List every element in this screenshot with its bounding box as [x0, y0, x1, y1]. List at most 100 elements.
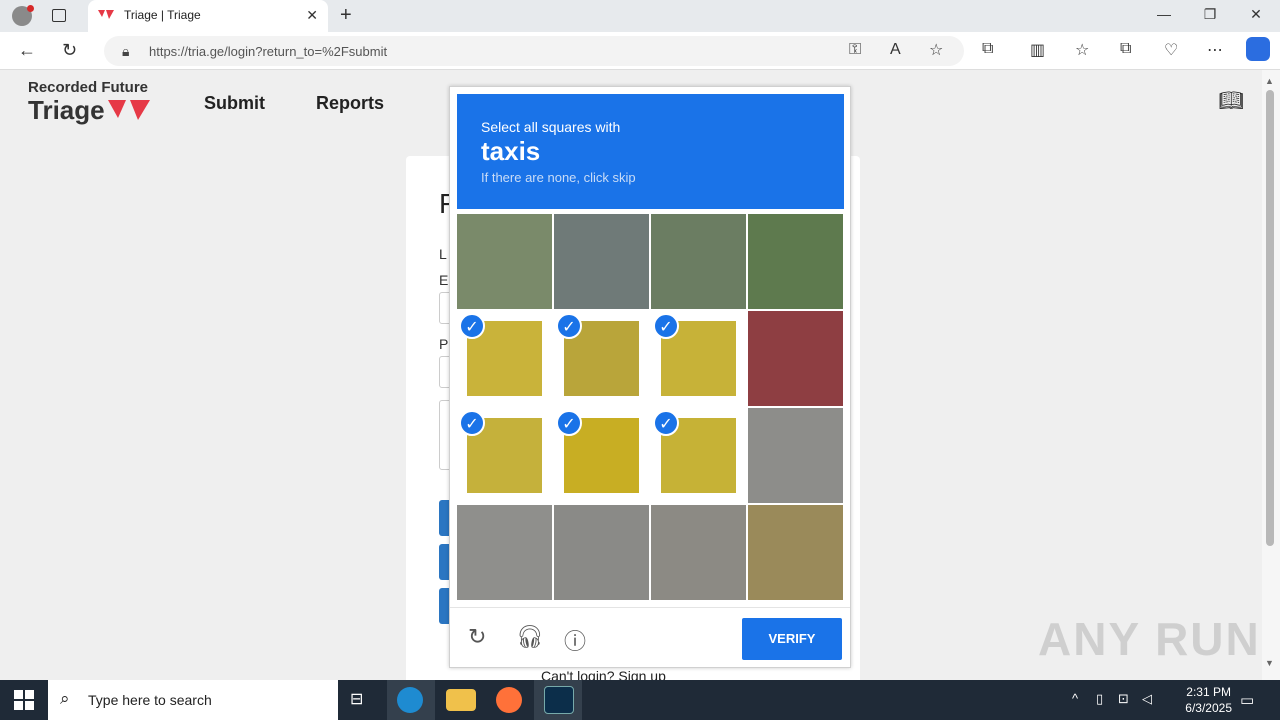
captcha-instruction: Select all squares with — [481, 119, 621, 135]
captcha-image-grid: ✓ ✓ ✓ ✓ ✓ ✓ — [457, 214, 844, 601]
captcha-tile[interactable]: ✓ — [651, 408, 746, 503]
captcha-tile-image — [457, 505, 552, 600]
favorite-star-icon[interactable]: ☆ — [929, 40, 943, 60]
favorites-icon[interactable]: ☆ — [1075, 40, 1089, 60]
tab-actions-icon[interactable] — [52, 9, 66, 22]
clock-time: 2:31 PM — [1186, 685, 1231, 699]
login-label: L — [439, 246, 447, 262]
split-screen-icon[interactable]: ▥ — [1030, 40, 1045, 60]
captcha-prompt: Select all squares with taxis If there a… — [457, 94, 844, 209]
copilot-icon[interactable] — [1246, 37, 1270, 61]
captcha-tile[interactable] — [748, 408, 843, 503]
captcha-tile[interactable] — [457, 505, 552, 600]
checkmark-icon: ✓ — [653, 410, 679, 436]
address-toolbar: ← ↻ 🔒︎ https://tria.ge/login?return_to=%… — [0, 32, 1280, 70]
logo-triage[interactable]: Triage — [28, 95, 105, 126]
captcha-tile-image — [748, 408, 843, 503]
triage-favicon-icon — [98, 10, 114, 19]
tab-strip: Triage | Triage ✕ + — ❐ ✕ — [0, 0, 1280, 32]
scroll-thumb[interactable] — [1266, 90, 1274, 546]
file-explorer-icon[interactable] — [446, 689, 476, 711]
search-input[interactable]: Type here to search — [88, 692, 212, 708]
restore-button[interactable]: ❐ — [1187, 6, 1233, 23]
checkmark-icon: ✓ — [459, 313, 485, 339]
url-text[interactable]: https://tria.ge/login?return_to=%2Fsubmi… — [149, 44, 387, 59]
captcha-tile-image — [651, 505, 746, 600]
captcha-tile[interactable] — [457, 214, 552, 309]
key-icon[interactable]: ⚿ — [849, 41, 861, 59]
captcha-tile-image — [554, 214, 649, 309]
tab-close-icon[interactable]: ✕ — [306, 7, 318, 24]
tab-title: Triage | Triage — [124, 8, 201, 22]
nav-submit[interactable]: Submit — [204, 93, 265, 114]
captcha-tile[interactable]: ✓ — [651, 311, 746, 406]
collections-icon[interactable]: ⧉ — [1120, 40, 1131, 58]
email-label: E — [439, 272, 449, 288]
read-aloud-icon[interactable]: A — [890, 41, 901, 59]
audio-challenge-icon[interactable]: 🎧︎ — [516, 624, 544, 650]
lock-icon[interactable]: 🔒︎ — [122, 43, 129, 60]
refresh-challenge-icon[interactable]: ↻ — [468, 624, 486, 650]
checkmark-icon: ✓ — [459, 410, 485, 436]
captcha-tile[interactable]: ✓ — [457, 408, 552, 503]
captcha-tile-image — [748, 214, 843, 309]
taskbar-clock[interactable]: 2:31 PM 6/3/2025 — [1185, 684, 1232, 716]
new-tab-button[interactable]: + — [340, 4, 352, 27]
captcha-tile[interactable]: ✓ — [457, 311, 552, 406]
edge-icon — [397, 687, 423, 713]
tray-chevron-icon[interactable]: ^ — [1072, 691, 1078, 706]
captcha-tile[interactable] — [748, 311, 843, 406]
verify-button[interactable]: VERIFY — [742, 618, 842, 660]
page-scrollbar[interactable]: ▲ ▼ — [1262, 70, 1280, 680]
minimize-button[interactable]: — — [1141, 6, 1187, 22]
captcha-tile[interactable]: ✓ — [554, 311, 649, 406]
clock-date: 6/3/2025 — [1185, 701, 1232, 715]
info-icon[interactable]: ⓘ — [564, 624, 586, 656]
search-icon: ⌕ — [60, 689, 70, 708]
captcha-challenge: Select all squares with taxis If there a… — [449, 86, 851, 668]
checkmark-icon: ✓ — [653, 313, 679, 339]
checkmark-icon: ✓ — [556, 313, 582, 339]
volume-icon[interactable]: ◁ — [1142, 691, 1152, 707]
window-close-button[interactable]: ✕ — [1233, 6, 1279, 23]
terminal-taskbar-button[interactable] — [534, 680, 582, 720]
address-bar[interactable]: 🔒︎ https://tria.ge/login?return_to=%2Fsu… — [104, 36, 964, 66]
tab-triage[interactable]: Triage | Triage ✕ — [88, 0, 328, 32]
captcha-tile[interactable] — [748, 214, 843, 309]
password-label: P — [439, 336, 449, 352]
docs-book-icon[interactable]: 📖︎ — [1219, 88, 1244, 113]
network-icon[interactable]: ⊡ — [1118, 691, 1129, 707]
captcha-tile-image — [651, 214, 746, 309]
windows-start-icon[interactable] — [14, 690, 34, 710]
extensions-icon[interactable]: ⧉ — [982, 40, 993, 58]
captcha-tile[interactable] — [651, 505, 746, 600]
task-view-icon[interactable]: ⊟ — [350, 689, 363, 709]
firefox-icon[interactable] — [496, 687, 522, 713]
captcha-tile-image — [748, 505, 843, 600]
nav-reports[interactable]: Reports — [316, 93, 384, 114]
refresh-icon[interactable]: ↻ — [62, 40, 77, 61]
captcha-tile[interactable]: ✓ — [554, 408, 649, 503]
captcha-tile[interactable] — [554, 214, 649, 309]
terminal-icon — [544, 686, 574, 714]
captcha-tile[interactable] — [748, 505, 843, 600]
browser-essentials-icon[interactable]: ♡ — [1164, 40, 1178, 60]
device-icon[interactable]: ▯ — [1096, 691, 1103, 707]
captcha-tile[interactable] — [554, 505, 649, 600]
notification-dot — [27, 5, 34, 12]
edge-taskbar-button[interactable] — [387, 680, 435, 720]
menu-icon[interactable]: ⋯ — [1207, 40, 1223, 60]
logo-recorded-future: Recorded Future — [28, 79, 149, 96]
taskbar-search[interactable]: ⌕ Type here to search — [48, 680, 338, 720]
scroll-down-icon[interactable]: ▼ — [1265, 658, 1274, 668]
captcha-tile-image — [748, 311, 843, 406]
login-footer-links[interactable]: Can't login? Sign up — [541, 668, 666, 680]
captcha-footer: ↻ 🎧︎ ⓘ VERIFY — [450, 607, 850, 667]
back-icon[interactable]: ← — [18, 40, 36, 61]
captcha-tile-image — [457, 214, 552, 309]
notifications-icon[interactable]: ▭ — [1240, 691, 1254, 709]
checkmark-icon: ✓ — [556, 410, 582, 436]
captcha-hint: If there are none, click skip — [481, 170, 636, 185]
captcha-tile[interactable] — [651, 214, 746, 309]
scroll-up-icon[interactable]: ▲ — [1265, 76, 1274, 86]
